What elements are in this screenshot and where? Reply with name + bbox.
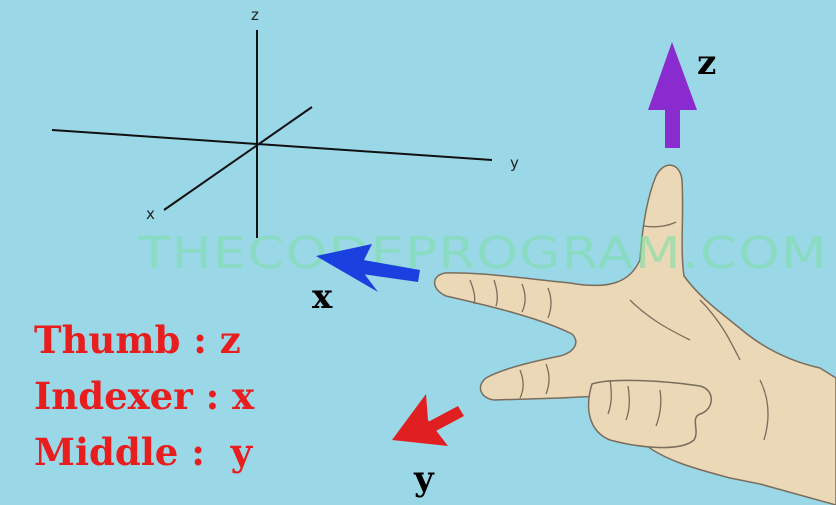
y-arrow-label: y xyxy=(413,459,435,499)
hand-palm-thumb-index xyxy=(433,164,836,505)
legend-thumb: Thumb : z xyxy=(34,318,241,362)
y-axis-label: y xyxy=(510,154,519,172)
finger-axis-legend: Thumb : z Indexer : x Middle : y xyxy=(34,312,254,480)
middle-y-arrow: y xyxy=(392,394,464,499)
legend-middle: Middle : y xyxy=(34,430,253,474)
z-axis-label: z xyxy=(251,6,259,24)
x-axis-label: x xyxy=(146,205,155,223)
legend-index: Indexer : x xyxy=(34,374,255,418)
hand-middle-finger xyxy=(587,379,712,449)
thumb-z-arrow: z xyxy=(648,42,716,148)
x-arrow-label: x xyxy=(312,277,333,317)
z-arrow-head xyxy=(648,42,697,110)
hand-illustration xyxy=(433,164,836,505)
x-axis-line xyxy=(163,106,313,211)
coordinate-axes: z y x xyxy=(51,6,519,238)
z-arrow-label: z xyxy=(697,43,716,83)
watermark-text: THECODEPROGRAM.COM xyxy=(137,228,828,279)
